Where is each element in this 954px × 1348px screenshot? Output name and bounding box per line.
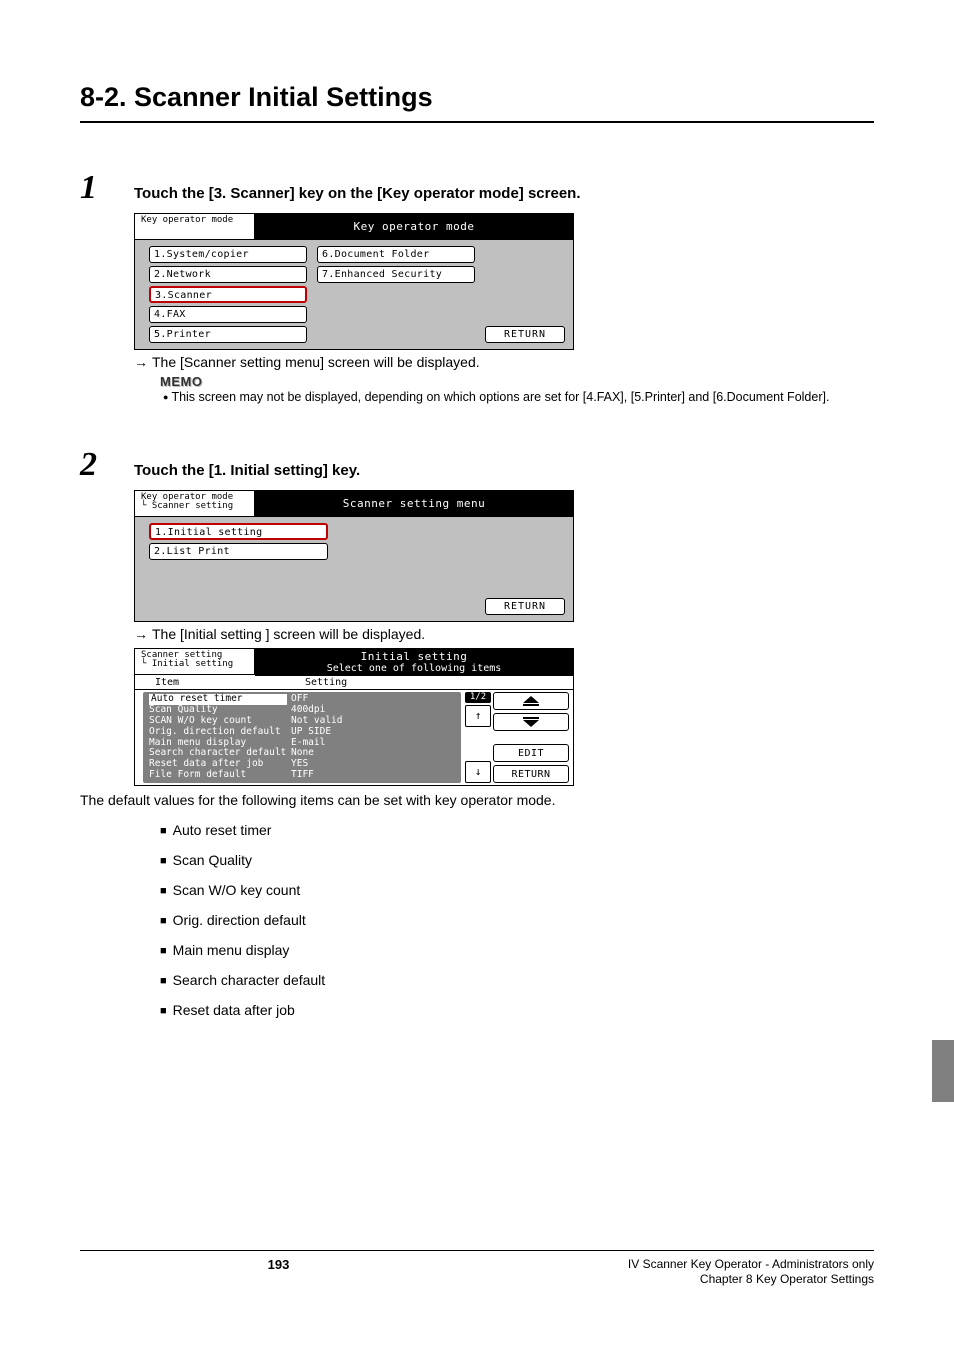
go-bottom-icon xyxy=(521,716,541,728)
menu-printer[interactable]: 5.Printer xyxy=(149,326,307,343)
step-1: 1 Touch the [3. Scanner] key on the [Key… xyxy=(80,169,874,207)
bullet-item: Search character default xyxy=(160,972,874,988)
arrow-icon: → xyxy=(134,626,148,642)
scroll-up-button[interactable]: ↑ xyxy=(465,705,491,727)
list-item[interactable]: SCAN W/O key countNot valid xyxy=(149,716,455,727)
settings-list[interactable]: Auto reset timerOFF Scan Quality400dpi S… xyxy=(143,692,461,783)
step-number: 1 xyxy=(80,169,134,207)
return-button[interactable]: RETURN xyxy=(485,326,565,343)
step-instruction: Touch the [3. Scanner] key on the [Key o… xyxy=(134,175,581,202)
arrow-icon: → xyxy=(134,354,148,370)
memo: MEMO This screen may not be displayed, d… xyxy=(160,374,874,406)
screenshot-scanner-setting-menu: Key operator mode └ Scanner setting Scan… xyxy=(134,490,574,622)
screen-title: Initial setting xyxy=(255,649,573,662)
result-text: The [Initial setting ] screen will be di… xyxy=(152,626,425,642)
body-text: The default values for the following ite… xyxy=(80,792,874,808)
edit-button[interactable]: EDIT xyxy=(493,744,569,762)
bullet-item: Orig. direction default xyxy=(160,912,874,928)
bullet-item: Auto reset timer xyxy=(160,822,874,838)
screen-subtitle: Select one of following items xyxy=(255,662,573,676)
col-setting: Setting xyxy=(305,677,405,688)
bullet-item: Reset data after job xyxy=(160,1002,874,1018)
memo-label: MEMO xyxy=(160,374,874,389)
screen-title: Scanner setting menu xyxy=(255,491,573,517)
bullet-item: Scan Quality xyxy=(160,852,874,868)
step-number: 2 xyxy=(80,446,134,484)
bullet-item: Main menu display xyxy=(160,942,874,958)
list-item[interactable]: Orig. direction defaultUP SIDE xyxy=(149,727,455,738)
return-button[interactable]: RETURN xyxy=(493,765,569,783)
menu-enhanced-security[interactable]: 7.Enhanced Security xyxy=(317,266,475,283)
bullet-list: Auto reset timer Scan Quality Scan W/O k… xyxy=(160,822,874,1018)
bullet-item: Scan W/O key count xyxy=(160,882,874,898)
step-result: →The [Initial setting ] screen will be d… xyxy=(134,626,874,642)
page-number: 193 xyxy=(80,1257,477,1288)
screen-breadcrumb: Key operator mode └ Scanner setting xyxy=(135,491,255,517)
go-bottom-button[interactable] xyxy=(493,713,569,731)
page-indicator: 1/2 xyxy=(465,692,491,703)
menu-initial-setting[interactable]: 1.Initial setting xyxy=(149,523,328,540)
footer-line-1: IV Scanner Key Operator - Administrators… xyxy=(477,1257,874,1273)
go-top-icon xyxy=(521,695,541,707)
result-text: The [Scanner setting menu] screen will b… xyxy=(152,354,480,370)
step-instruction: Touch the [1. Initial setting] key. xyxy=(134,452,360,479)
menu-list-print[interactable]: 2.List Print xyxy=(149,543,328,560)
screenshot-key-operator-mode: Key operator mode Key operator mode 1.Sy… xyxy=(134,213,574,350)
menu-system-copier[interactable]: 1.System/copier xyxy=(149,246,307,263)
menu-network[interactable]: 2.Network xyxy=(149,266,307,283)
footer-line-2: Chapter 8 Key Operator Settings xyxy=(477,1272,874,1288)
table-header: Item Setting xyxy=(135,675,573,690)
page-footer: 193 IV Scanner Key Operator - Administra… xyxy=(80,1250,874,1288)
screen-title: Key operator mode xyxy=(255,214,573,240)
step-result: →The [Scanner setting menu] screen will … xyxy=(134,354,874,370)
menu-scanner[interactable]: 3.Scanner xyxy=(149,286,307,303)
scroll-down-button[interactable]: ↓ xyxy=(465,761,491,783)
list-item[interactable]: File Form defaultTIFF xyxy=(149,770,455,781)
screenshot-initial-setting: Scanner setting └ Initial setting Initia… xyxy=(134,648,574,786)
screen-breadcrumb: Key operator mode xyxy=(135,214,255,240)
screen-breadcrumb: Scanner setting └ Initial setting xyxy=(135,649,255,675)
step-2: 2 Touch the [1. Initial setting] key. xyxy=(80,446,874,484)
menu-document-folder[interactable]: 6.Document Folder xyxy=(317,246,475,263)
col-item: Item xyxy=(155,677,305,688)
memo-text: This screen may not be displayed, depend… xyxy=(160,389,874,406)
section-tab xyxy=(932,1040,954,1102)
return-button[interactable]: RETURN xyxy=(485,598,565,615)
go-top-button[interactable] xyxy=(493,692,569,710)
menu-fax[interactable]: 4.FAX xyxy=(149,306,307,323)
section-title: 8-2. Scanner Initial Settings xyxy=(80,82,874,123)
